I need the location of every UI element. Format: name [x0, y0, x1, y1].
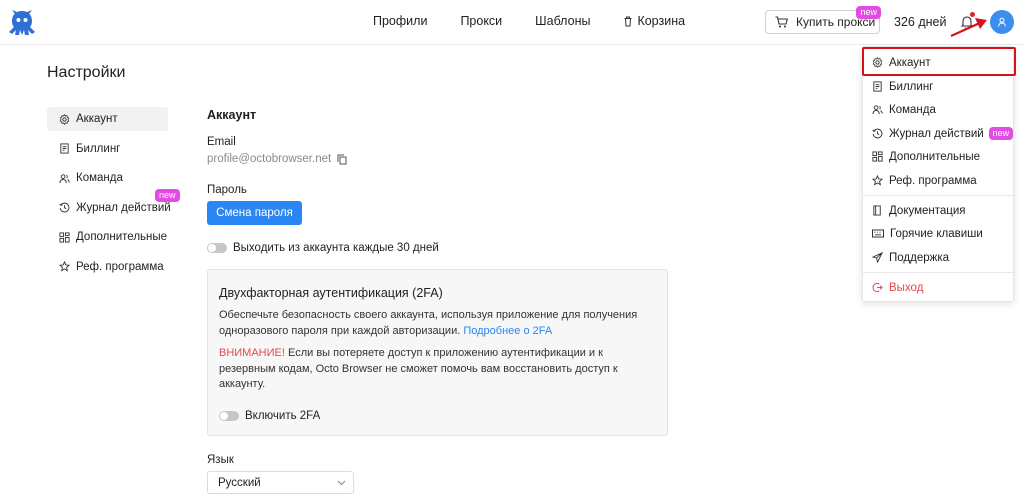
sidebar-item-additional[interactable]: Дополнительные — [47, 225, 168, 249]
nav-trash[interactable]: Корзина — [623, 14, 685, 28]
sidebar-item-label: Журнал действий — [76, 201, 171, 214]
email-label: Email — [207, 136, 236, 148]
octopus-logo-icon[interactable] — [6, 8, 38, 38]
menu-item-logout[interactable]: Выход — [863, 276, 1015, 299]
new-badge: new — [155, 188, 180, 202]
password-label: Пароль — [207, 184, 247, 196]
section-title: Аккаунт — [207, 108, 257, 122]
sidebar-item-billing[interactable]: Биллинг — [47, 137, 168, 161]
menu-item-label: Поддержка — [889, 251, 949, 264]
annotation-arrow-icon — [950, 18, 987, 38]
menu-item-label: Документация — [889, 204, 966, 217]
sidebar-item-referral[interactable]: Реф. программа — [47, 255, 168, 279]
receipt-icon — [873, 81, 882, 92]
menu-item-team[interactable]: Команда — [863, 98, 1015, 121]
buy-proxy-button[interactable]: Купить прокси new — [765, 6, 881, 34]
menu-item-additional[interactable]: Дополнительные — [863, 145, 1015, 168]
star-icon — [872, 175, 883, 186]
nav-proxy[interactable]: Прокси — [460, 14, 502, 28]
language-select[interactable]: Русский — [207, 471, 354, 494]
email-value-row: profile@octobrowser.net — [207, 153, 347, 165]
sidebar-item-label: Биллинг — [76, 142, 121, 155]
menu-item-hotkeys[interactable]: Горячие клавиши — [863, 222, 1015, 245]
nav-trash-label: Корзина — [637, 14, 686, 28]
twofa-title: Двухфакторная аутентификация (2FA) — [219, 286, 443, 300]
menu-divider — [863, 272, 1015, 273]
history-icon — [59, 202, 70, 213]
keyboard-icon — [872, 229, 884, 238]
grid-icon — [872, 151, 883, 162]
nav-templates[interactable]: Шаблоны — [535, 14, 590, 28]
subscription-days: 326 дней — [894, 15, 947, 29]
sidebar-item-label: Реф. программа — [76, 260, 164, 273]
email-value: profile@octobrowser.net — [207, 153, 332, 165]
top-bar: Профили Прокси Шаблоны Корзина Купить пр… — [0, 0, 1024, 45]
book-icon — [873, 205, 881, 216]
avatar[interactable] — [990, 10, 1014, 34]
sidebar-item-team[interactable]: Команда — [47, 166, 168, 190]
gear-icon — [59, 113, 70, 125]
settings-sidebar: Аккаунт Биллинг Команда Журнал действий … — [47, 107, 180, 284]
menu-divider — [863, 195, 1015, 196]
team-icon — [872, 105, 883, 115]
main-nav: Профили Прокси Шаблоны Корзина — [373, 14, 718, 28]
sidebar-item-activity-log[interactable]: Журнал действий new — [47, 188, 180, 220]
chevron-down-icon — [337, 480, 346, 486]
menu-item-label: Биллинг — [889, 80, 934, 93]
auto-logout-row: Выходить из аккаунта каждые 30 дней — [207, 242, 439, 254]
receipt-icon — [60, 143, 69, 154]
twofa-description: Обеспечьте безопасность своего аккаунта,… — [219, 308, 659, 339]
nav-profiles-label: Профили — [373, 14, 428, 28]
enable-2fa-toggle[interactable] — [219, 411, 239, 421]
logout-icon — [872, 282, 883, 293]
twofa-learn-more-link[interactable]: Подробнее о 2FA — [463, 325, 552, 337]
warning-prefix: ВНИМАНИЕ! — [219, 347, 285, 359]
page-title: Настройки — [47, 64, 126, 81]
menu-item-billing[interactable]: Биллинг — [863, 75, 1015, 98]
change-password-button[interactable]: Смена пароля — [207, 201, 302, 225]
twofa-panel: Двухфакторная аутентификация (2FA) Обесп… — [207, 269, 668, 436]
menu-item-activity-log[interactable]: Журнал действий new — [863, 122, 1015, 145]
nav-proxy-label: Прокси — [460, 14, 503, 28]
nav-templates-label: Шаблоны — [535, 14, 591, 28]
auto-logout-toggle[interactable] — [207, 243, 227, 253]
trash-icon — [624, 16, 632, 26]
menu-item-referral[interactable]: Реф. программа — [863, 169, 1015, 192]
annotation-highlight — [862, 47, 1016, 76]
enable-2fa-row: Включить 2FA — [219, 410, 320, 422]
history-icon — [872, 128, 883, 139]
user-menu: Аккаунт Биллинг Команда Журнал действий … — [862, 46, 1015, 302]
copy-icon[interactable] — [337, 154, 347, 165]
twofa-warning: ВНИМАНИЕ! Если вы потеряете доступ к при… — [219, 346, 659, 393]
twofa-description-text: Обеспечьте безопасность своего аккаунта,… — [219, 309, 638, 337]
menu-item-docs[interactable]: Документация — [863, 199, 1015, 222]
menu-item-label: Горячие клавиши — [890, 227, 983, 240]
sidebar-item-label: Дополнительные — [76, 231, 168, 243]
grid-icon — [59, 231, 70, 243]
menu-item-label: Дополнительные — [889, 150, 981, 163]
cart-icon — [775, 16, 788, 28]
sidebar-item-label: Аккаунт — [76, 113, 118, 125]
auto-logout-label: Выходить из аккаунта каждые 30 дней — [233, 242, 439, 254]
enable-2fa-label: Включить 2FA — [245, 410, 321, 422]
menu-item-label: Реф. программа — [889, 174, 977, 187]
language-value: Русский — [218, 476, 261, 489]
menu-item-label: Команда — [889, 103, 936, 116]
new-badge: new — [856, 6, 881, 19]
team-icon — [59, 173, 70, 183]
menu-item-label: Выход — [889, 281, 924, 294]
star-icon — [59, 261, 70, 272]
nav-profiles[interactable]: Профили — [373, 14, 427, 28]
send-icon — [872, 252, 883, 263]
menu-item-label: Журнал действий — [889, 127, 984, 140]
user-icon — [998, 17, 1006, 27]
language-label: Язык — [207, 454, 234, 466]
sidebar-item-account[interactable]: Аккаунт — [47, 107, 168, 131]
menu-item-support[interactable]: Поддержка — [863, 246, 1015, 269]
sidebar-item-label: Команда — [76, 172, 123, 184]
new-badge: new — [988, 127, 1014, 140]
